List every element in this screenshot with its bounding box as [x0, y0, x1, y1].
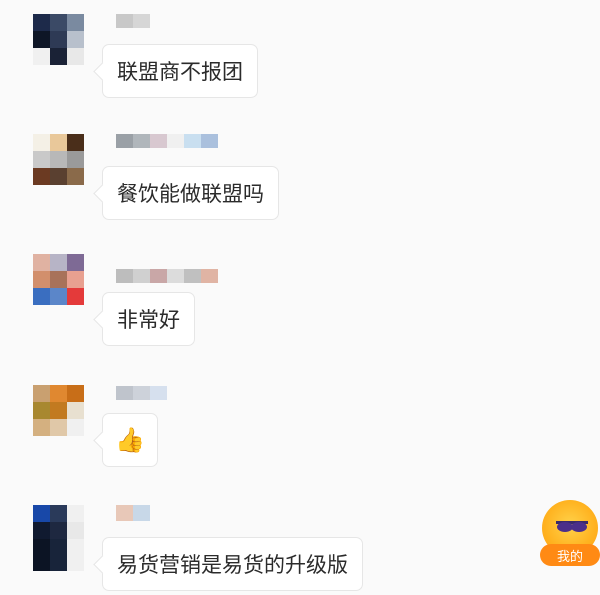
name-blur-block	[184, 269, 201, 283]
name-blur-block	[133, 269, 150, 283]
avatar-pixel	[50, 48, 67, 65]
avatar-pixel	[67, 505, 84, 522]
my-profile-button[interactable]: 我的	[540, 500, 600, 572]
name-blur-block	[167, 134, 184, 148]
avatar-pixel	[50, 505, 67, 522]
avatar-pixel	[50, 14, 67, 31]
avatar-pixel	[50, 254, 67, 271]
name-blur-block	[116, 386, 133, 400]
message-bubble[interactable]: 易货营销是易货的升级版	[102, 537, 363, 591]
avatar[interactable]	[33, 134, 84, 185]
avatar-pixel	[50, 522, 67, 539]
avatar-pixel	[50, 151, 67, 168]
name-blur-block	[150, 269, 167, 283]
avatar[interactable]	[33, 254, 84, 305]
avatar-pixel	[67, 254, 84, 271]
avatar-pixel	[67, 419, 84, 436]
name-blur-block	[167, 269, 184, 283]
name-blur-block	[133, 14, 150, 28]
name-blur-block	[133, 134, 150, 148]
avatar-pixel	[50, 419, 67, 436]
avatar-pixel	[33, 168, 50, 185]
avatar-pixel	[33, 254, 50, 271]
name-blur-block	[201, 269, 218, 283]
avatar-pixel	[67, 14, 84, 31]
avatar-pixel	[33, 402, 50, 419]
avatar-pixel	[33, 48, 50, 65]
avatar[interactable]	[33, 385, 84, 436]
avatar-pixel	[67, 271, 84, 288]
avatar-pixel	[50, 385, 67, 402]
name-blur-block	[133, 386, 150, 400]
message-text: 联盟商不报团	[117, 60, 243, 84]
name-blur-block	[116, 14, 133, 28]
avatar-pixel	[50, 271, 67, 288]
avatar-pixel	[67, 288, 84, 305]
avatar-pixel	[33, 288, 50, 305]
avatar-pixel	[67, 539, 84, 571]
avatar-pixel	[50, 168, 67, 185]
message-bubble[interactable]: 👍	[102, 413, 158, 467]
message-text: 易货营销是易货的升级版	[117, 553, 348, 577]
avatar-pixel	[33, 31, 50, 48]
avatar-pixel	[33, 522, 50, 539]
avatar-pixel	[50, 539, 67, 571]
avatar-pixel	[67, 168, 84, 185]
avatar-pixel	[67, 31, 84, 48]
avatar[interactable]	[33, 14, 84, 65]
name-blur-block	[116, 269, 133, 283]
message-bubble[interactable]: 餐饮能做联盟吗	[102, 166, 279, 220]
sender-name[interactable]	[116, 14, 150, 28]
message-bubble[interactable]: 联盟商不报团	[102, 44, 258, 98]
name-blur-block	[184, 134, 201, 148]
avatar-pixel	[33, 505, 50, 522]
avatar-pixel	[33, 271, 50, 288]
name-blur-block	[150, 134, 167, 148]
avatar-pixel	[67, 402, 84, 419]
name-blur-block	[116, 505, 133, 521]
sender-name[interactable]	[116, 505, 150, 521]
my-profile-label: 我的	[540, 544, 600, 566]
avatar-pixel	[33, 385, 50, 402]
message-text: 非常好	[117, 308, 180, 332]
sender-name[interactable]	[116, 386, 167, 400]
avatar-pixel	[67, 522, 84, 539]
avatar-pixel	[67, 151, 84, 168]
name-blur-block	[201, 134, 218, 148]
name-blur-block	[150, 386, 167, 400]
avatar-pixel	[33, 134, 50, 151]
avatar-pixel	[50, 31, 67, 48]
name-blur-block	[116, 134, 133, 148]
message-text: 餐饮能做联盟吗	[117, 182, 264, 206]
avatar[interactable]	[33, 505, 84, 571]
avatar-pixel	[33, 14, 50, 31]
avatar-pixel	[33, 539, 50, 571]
avatar-pixel	[67, 48, 84, 65]
sender-name[interactable]	[116, 269, 218, 283]
avatar-pixel	[67, 385, 84, 402]
sender-name[interactable]	[116, 134, 218, 148]
message-bubble[interactable]: 非常好	[102, 292, 195, 346]
avatar-pixel	[50, 134, 67, 151]
avatar-pixel	[33, 151, 50, 168]
avatar-pixel	[33, 419, 50, 436]
avatar-pixel	[50, 288, 67, 305]
thumbs-up-icon: 👍	[115, 426, 145, 454]
name-blur-block	[133, 505, 150, 521]
avatar-pixel	[50, 402, 67, 419]
avatar-pixel	[67, 134, 84, 151]
